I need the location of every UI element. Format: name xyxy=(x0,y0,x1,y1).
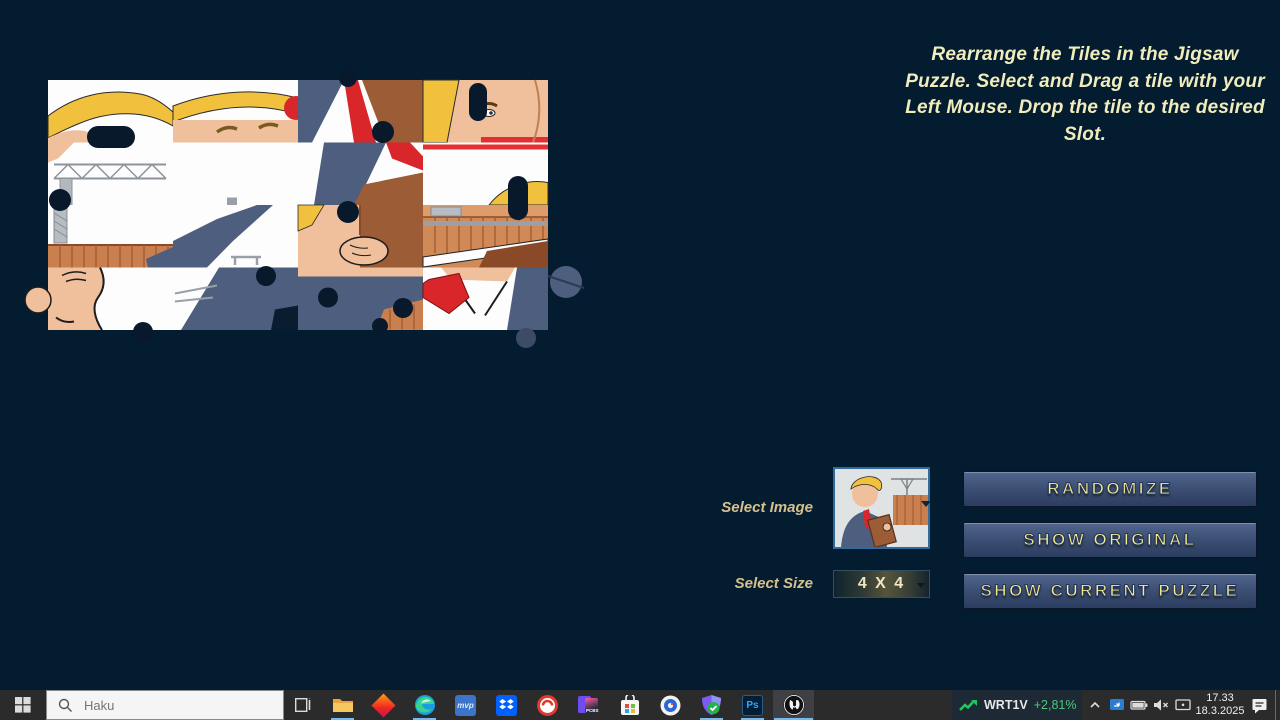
dropbox-icon[interactable] xyxy=(486,690,527,720)
start-button[interactable] xyxy=(0,690,46,720)
stock-change: +2,81% xyxy=(1034,698,1077,712)
action-center-icon[interactable] xyxy=(1248,690,1270,720)
image-select-thumbnail[interactable] xyxy=(833,467,930,549)
unreal-glyph-icon xyxy=(783,694,805,716)
size-dropdown-arrow-icon xyxy=(917,583,925,588)
tray-volume-muted-icon[interactable] xyxy=(1150,690,1172,720)
blue-circle-app-icon[interactable] xyxy=(650,690,691,720)
windows-logo-icon xyxy=(15,697,31,713)
ms-store-icon[interactable] xyxy=(609,690,650,720)
desktop: { "instructions": { "text": "Rearrange t… xyxy=(0,0,1280,720)
puzzle-tile[interactable] xyxy=(173,205,298,268)
search-input[interactable] xyxy=(82,697,256,714)
tray-display-icon[interactable] xyxy=(1172,690,1194,720)
photoshop-icon[interactable]: Ps xyxy=(732,690,773,720)
puzzle-board[interactable] xyxy=(18,70,588,350)
clock-date: 18.3.2025 xyxy=(1192,705,1248,718)
select-size-label: Select Size xyxy=(663,575,813,592)
red-circle-app-icon[interactable] xyxy=(527,690,568,720)
unreal-engine-icon[interactable] xyxy=(773,690,814,720)
size-select-dropdown[interactable]: 4 X 4 xyxy=(833,570,930,598)
size-select-value: 4 X 4 xyxy=(858,575,905,593)
puzzle-tile[interactable] xyxy=(423,268,548,331)
mvp-app-icon[interactable]: mvp xyxy=(445,690,486,720)
tray-clock[interactable]: 17.33 18.3.2025 xyxy=(1192,692,1248,718)
file-explorer-icon[interactable] xyxy=(322,690,363,720)
edge-browser-icon[interactable] xyxy=(404,690,445,720)
tray-screenshare-icon[interactable] xyxy=(1106,690,1128,720)
stock-up-icon xyxy=(958,697,978,713)
dropbox-glyph-icon xyxy=(496,695,517,716)
puzzle-tile[interactable] xyxy=(423,143,548,206)
task-view-button[interactable] xyxy=(284,690,322,720)
thumbnail-art xyxy=(835,469,928,547)
edge-glyph-icon xyxy=(414,694,436,716)
search-icon xyxy=(58,698,73,713)
puzzle-tile[interactable] xyxy=(423,205,548,268)
image-select-dropdown-arrow-icon[interactable] xyxy=(921,501,931,507)
task-view-icon xyxy=(295,698,311,712)
pcbs-glyph-icon: PCBS xyxy=(578,695,599,716)
folder-glyph-icon xyxy=(332,696,354,714)
puzzle-tile[interactable] xyxy=(173,80,308,143)
puzzle-tile[interactable] xyxy=(298,143,423,206)
taskbar: mvp PCBS xyxy=(0,690,1280,720)
show-current-puzzle-button[interactable]: SHOW CURRENT PUZZLE xyxy=(963,573,1257,609)
pcbs-app-icon[interactable]: PCBS xyxy=(568,690,609,720)
puzzle-tile[interactable] xyxy=(298,205,423,268)
stock-ticker-widget[interactable]: WRT1V +2,81% xyxy=(952,690,1082,720)
tray-chevron-up-icon[interactable] xyxy=(1084,690,1106,720)
puzzle-tile[interactable] xyxy=(48,268,173,331)
shield-check-glyph-icon xyxy=(701,694,722,716)
select-image-label: Select Image xyxy=(663,499,813,516)
show-desktop-button[interactable] xyxy=(1275,690,1280,720)
puzzle-board-canvas xyxy=(18,70,588,350)
taskbar-search[interactable] xyxy=(46,690,284,720)
puzzle-tile[interactable] xyxy=(48,205,173,268)
antivirus-shield-icon[interactable] xyxy=(691,690,732,720)
mvp-glyph-icon: mvp xyxy=(455,695,476,716)
randomize-button[interactable]: RANDOMIZE xyxy=(963,471,1257,507)
tray-battery-icon[interactable] xyxy=(1128,690,1150,720)
clock-time: 17.33 xyxy=(1192,692,1248,705)
instructions-text: Rearrange the Tiles in the Jigsaw Puzzle… xyxy=(905,42,1265,148)
puzzle-tile[interactable] xyxy=(173,143,298,206)
show-original-button[interactable]: SHOW ORIGINAL xyxy=(963,522,1257,558)
puzzle-tile[interactable] xyxy=(298,80,423,143)
stock-symbol: WRT1V xyxy=(984,698,1028,712)
puzzle-tile[interactable] xyxy=(173,268,298,331)
diamond-glyph-icon xyxy=(371,693,395,717)
photoshop-glyph-icon: Ps xyxy=(742,695,763,716)
blue-circle-glyph-icon xyxy=(660,695,681,716)
diamond-app-icon[interactable] xyxy=(363,690,404,720)
red-circle-glyph-icon xyxy=(537,695,558,716)
store-glyph-icon xyxy=(620,695,640,716)
